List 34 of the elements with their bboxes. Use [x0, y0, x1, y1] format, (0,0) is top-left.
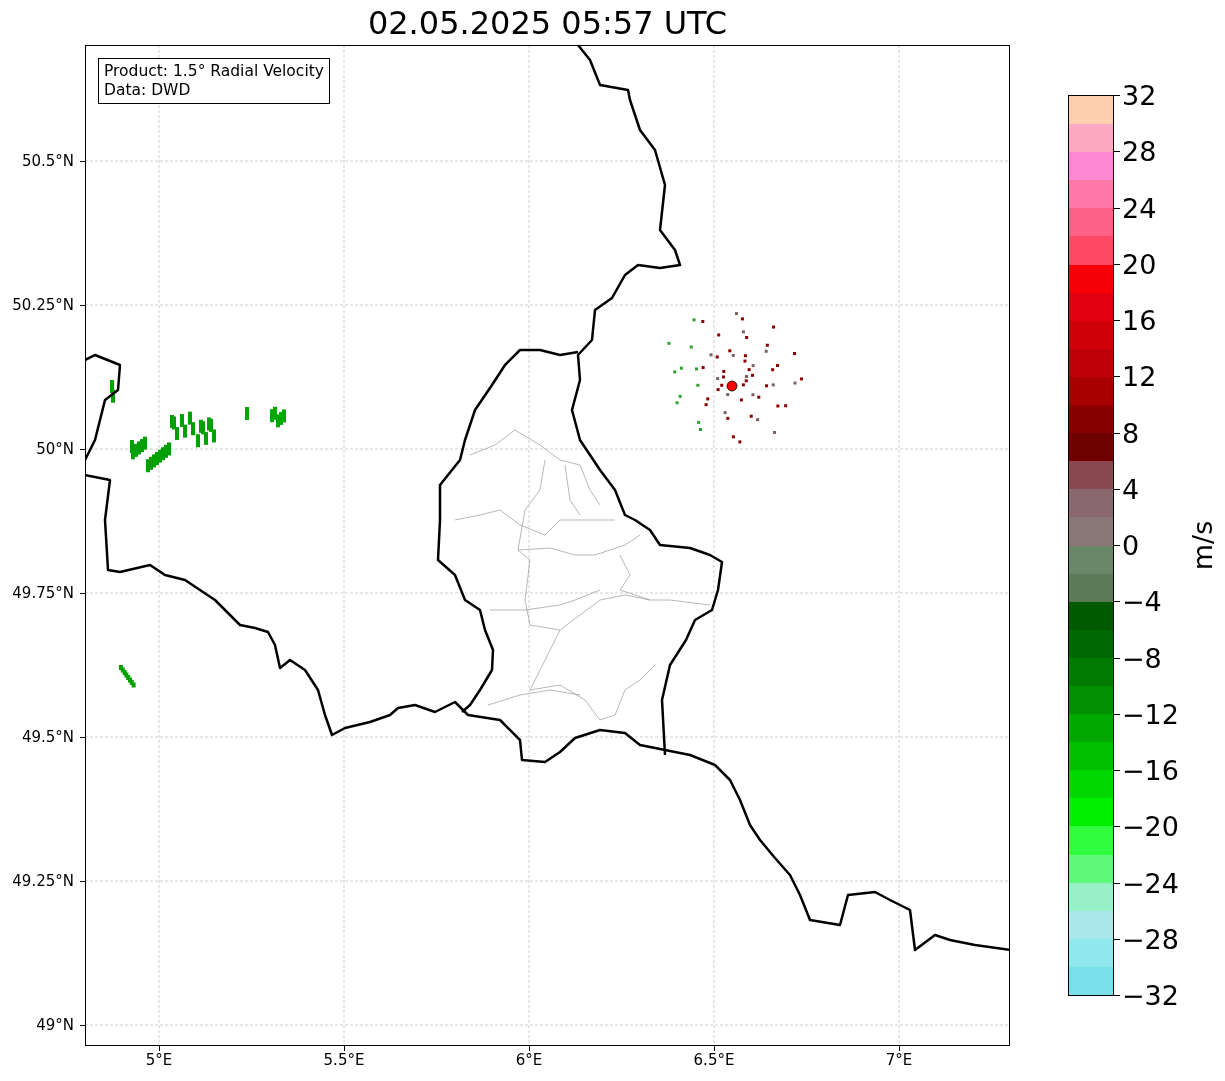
colorbar-tick-label: −24: [1122, 867, 1179, 898]
info-text: Product: 1.5° Radial Velocity: [104, 62, 324, 81]
colorbar-tick-label: 0: [1122, 529, 1140, 561]
latitude-label: 50.25°N: [12, 296, 74, 314]
info-text: Data: DWD: [104, 81, 192, 100]
colorbar-tick-label: 12: [1122, 360, 1157, 392]
colorbar-tick-label: −16: [1122, 754, 1179, 786]
longitude-label: 7°E: [885, 1051, 913, 1069]
colorbar-tick-label: 8: [1122, 417, 1140, 448]
latitude-label: 49.25°N: [12, 872, 74, 890]
latitude-label: 49.5°N: [21, 728, 74, 746]
colorbar-tick-label: −28: [1122, 923, 1179, 955]
colorbar-tick-label: −8: [1122, 642, 1162, 673]
colorbar-tick-label: −4: [1122, 585, 1162, 617]
colorbar-tick-label: 32: [1122, 79, 1157, 111]
latitude-label: 49.75°N: [12, 584, 74, 602]
colorbar-tick-label: 4: [1122, 473, 1140, 505]
colorbar-tick-label: −12: [1122, 698, 1179, 730]
colorbar-tick-label: 28: [1122, 135, 1157, 167]
longitude-label: 5.5°E: [323, 1051, 365, 1069]
latitude-label: 49°N: [36, 1016, 74, 1034]
colorbar-tick-label: 16: [1122, 304, 1157, 336]
colorbar-tick-label: 20: [1122, 248, 1157, 280]
colorbar-tick-label: −32: [1122, 979, 1179, 1011]
colorbar-tick-label: −20: [1122, 810, 1179, 842]
longitude-label: 5°E: [145, 1051, 173, 1069]
chart-title: 02.05.2025 05:57 UTC: [366, 3, 729, 44]
longitude-label: 6.5°E: [693, 1051, 735, 1069]
radar-site-marker: [726, 380, 738, 392]
colorbar-unit-label: m/s: [1187, 520, 1219, 571]
longitude-label: 6°E: [515, 1051, 543, 1069]
colorbar-tick-label: 24: [1122, 192, 1157, 223]
latitude-label: 50°N: [36, 440, 74, 458]
latitude-label: 50.5°N: [21, 152, 74, 170]
